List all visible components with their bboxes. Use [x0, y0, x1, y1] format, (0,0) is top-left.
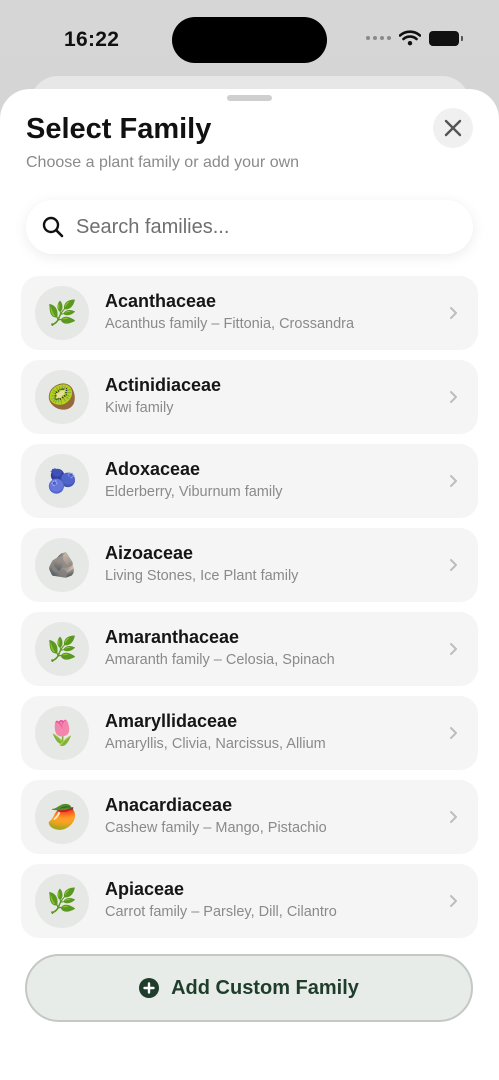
family-description: Cashew family – Mango, Pistachio [105, 820, 327, 836]
family-emoji-icon: 🪨 [35, 538, 89, 592]
family-list: 🌿 Acanthaceae Acanthus family – Fittonia, … [21, 276, 478, 948]
close-icon [444, 119, 462, 137]
family-emoji-icon: 🥝 [35, 370, 89, 424]
family-description: Amaryllis, Clivia, Narcissus, Allium [105, 736, 326, 752]
family-list-item[interactable]: 🥭 Anacardiaceae Cashew family – Mango, Pis… [21, 780, 478, 854]
family-name: Apiaceae [105, 879, 185, 899]
family-picker-sheet: Select Family Choose a plant family or a… [0, 89, 499, 1080]
family-emoji-icon: 🌿 [35, 622, 89, 676]
chevron-right-icon [450, 391, 457, 403]
family-list-item[interactable]: 🪨 Aizoaceae Living Stones, Ice Plant famil… [21, 528, 478, 602]
signal-icon [366, 36, 391, 40]
family-emoji-icon: 🌷 [35, 706, 89, 760]
search-icon [42, 216, 64, 238]
family-list-item[interactable]: 🌿 Amaranthaceae Amaranth family – Celosia,… [21, 612, 478, 686]
family-emoji-icon: 🥭 [35, 790, 89, 844]
chevron-right-icon [450, 643, 457, 655]
chevron-right-icon [450, 475, 457, 487]
sheet-title: Select Family [26, 113, 212, 145]
family-description: Carrot family – Parsley, Dill, Cilantro [105, 904, 337, 920]
dynamic-island [172, 17, 327, 63]
family-list-item[interactable]: 🫐 Adoxaceae Elderberry, Viburnum family [21, 444, 478, 518]
family-name: Amaranthaceae [105, 627, 240, 647]
chevron-right-icon [450, 559, 457, 571]
family-name: Aizoaceae [105, 543, 194, 563]
status-bar: 16:22 [0, 0, 499, 80]
family-description: Elderberry, Viburnum family [105, 484, 283, 500]
family-description: Amaranth family – Celosia, Spinach [105, 652, 335, 668]
chevron-right-icon [450, 811, 457, 823]
add-custom-family-label: Add Custom Family [171, 976, 359, 999]
sheet-subtitle: Choose a plant family or add your own [26, 154, 300, 171]
close-button[interactable] [433, 108, 473, 148]
family-name: Adoxaceae [105, 459, 201, 479]
status-icons [366, 30, 463, 46]
family-name: Acanthaceae [105, 291, 217, 311]
family-emoji-icon: 🫐 [35, 454, 89, 508]
chevron-right-icon [450, 727, 457, 739]
status-time: 16:22 [64, 28, 120, 51]
family-name: Anacardiaceae [105, 795, 233, 815]
family-description: Acanthus family – Fittonia, Crossandra [105, 316, 355, 332]
chevron-right-icon [450, 307, 457, 319]
family-description: Living Stones, Ice Plant family [105, 568, 299, 584]
screen: 16:22 Select Family Choose a plant famil… [0, 0, 499, 1080]
family-description: Kiwi family [105, 400, 174, 416]
family-list-item[interactable]: 🌷 Amaryllidaceae Amaryllis, Clivia, Narcis… [21, 696, 478, 770]
battery-icon [429, 30, 463, 46]
add-custom-family-button[interactable]: Add Custom Family [25, 954, 473, 1022]
search-bar[interactable] [26, 200, 473, 254]
sheet-grabber[interactable] [227, 95, 272, 101]
plus-circle-icon [139, 978, 160, 998]
family-list-item[interactable]: 🌿 Apiaceae Carrot family – Parsley, Dill, … [21, 864, 478, 938]
family-emoji-icon: 🌿 [35, 874, 89, 928]
family-list-item[interactable]: 🥝 Actinidiaceae Kiwi family [21, 360, 478, 434]
wifi-icon [399, 30, 421, 46]
chevron-right-icon [450, 895, 457, 907]
family-emoji-icon: 🌿 [35, 286, 89, 340]
family-name: Actinidiaceae [105, 375, 222, 395]
family-list-item[interactable]: 🌿 Acanthaceae Acanthus family – Fittonia, … [21, 276, 478, 350]
search-input[interactable] [76, 215, 436, 239]
family-name: Amaryllidaceae [105, 711, 238, 731]
